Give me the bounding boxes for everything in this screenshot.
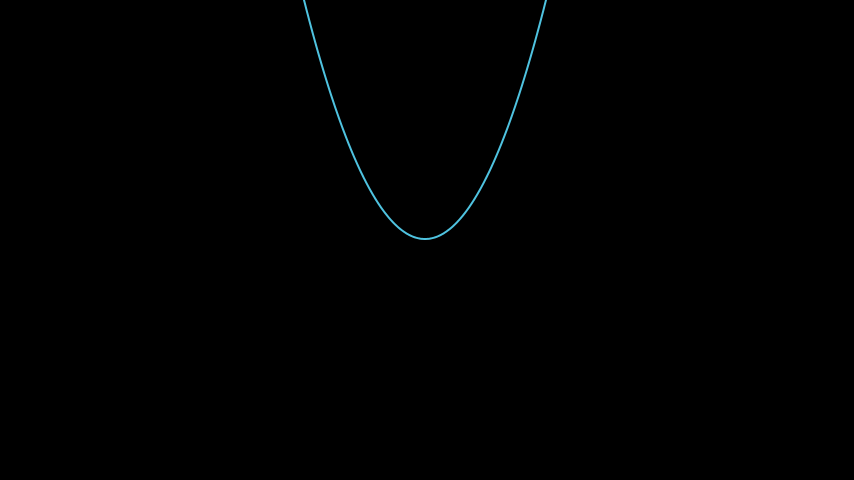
scene-background bbox=[0, 0, 854, 480]
scene-canvas bbox=[0, 0, 854, 480]
scene-svg bbox=[0, 0, 854, 480]
